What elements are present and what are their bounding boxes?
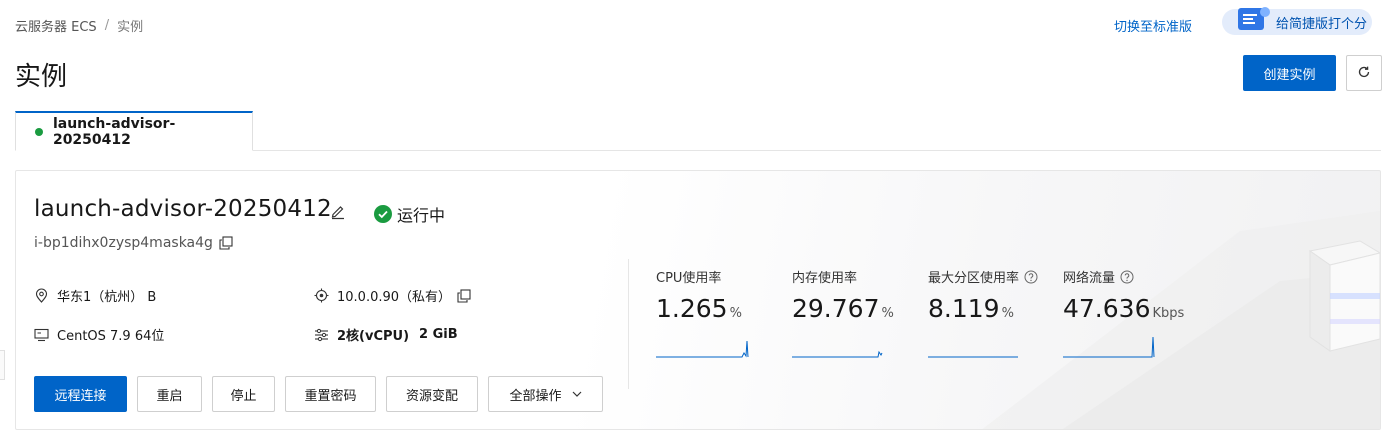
cpu-spec: 2核(vCPU) xyxy=(337,329,410,344)
metric-unit: Kbps xyxy=(1152,306,1185,321)
side-panel-handle[interactable] xyxy=(0,350,5,380)
metric-label: 内存使用率 xyxy=(792,271,858,286)
instance-card: launch-advisor-20250412 运行中 i-bp1dihx0zy… xyxy=(15,170,1381,430)
metric-network: 网络流量 47.636 Kbps xyxy=(1063,267,1185,358)
metric-memory: 内存使用率 29.767% xyxy=(792,267,894,358)
remote-connect-button[interactable]: 远程连接 xyxy=(34,376,127,412)
resize-button[interactable]: 资源变配 xyxy=(386,376,478,412)
metric-value: 8.119 xyxy=(928,294,1000,323)
network-sparkline xyxy=(1063,336,1155,358)
chevron-down-icon xyxy=(572,391,582,397)
metric-value: 1.265 xyxy=(656,294,728,323)
breadcrumb-separator: / xyxy=(104,18,110,33)
metric-cpu: CPU使用率 1.265% xyxy=(656,267,749,358)
reset-password-button[interactable]: 重置密码 xyxy=(285,376,376,412)
edit-icon[interactable] xyxy=(329,202,347,220)
metric-unit: % xyxy=(729,306,742,321)
status-text: 运行中 xyxy=(397,206,446,225)
refresh-icon xyxy=(1357,64,1371,83)
network-target-icon xyxy=(314,288,329,303)
metric-label: 网络流量 xyxy=(1063,271,1116,286)
running-status-dot xyxy=(35,127,43,136)
tab-label: launch-advisor-20250412 xyxy=(52,115,176,148)
region-info: 华东1（杭州） B xyxy=(34,286,156,305)
status-badge: 运行中 xyxy=(374,202,445,226)
stop-button[interactable]: 停止 xyxy=(212,376,275,412)
spec-info: 2核(vCPU) 2 GiB xyxy=(314,325,458,344)
reboot-button[interactable]: 重启 xyxy=(137,376,202,412)
breadcrumb-root[interactable]: 云服务器 ECS xyxy=(15,16,97,35)
metric-max-partition: 最大分区使用率 8.119% xyxy=(928,267,1038,358)
instance-id: i-bp1dihx0zysp4maska4g xyxy=(34,235,213,251)
copy-icon[interactable] xyxy=(219,236,233,250)
metric-label: CPU使用率 xyxy=(656,271,722,286)
feedback-button[interactable]: 给简捷版打个分 xyxy=(1222,7,1372,35)
feedback-label: 给简捷版打个分 xyxy=(1276,16,1368,32)
ip-info: 10.0.0.90（私有） xyxy=(314,286,471,305)
os-info: CentOS 7.9 64位 xyxy=(34,325,164,344)
all-operations-dropdown[interactable]: 全部操作 xyxy=(488,376,603,412)
metric-label: 最大分区使用率 xyxy=(928,271,1020,286)
check-circle-icon xyxy=(374,205,392,223)
ip-text: 10.0.0.90（私有） xyxy=(337,290,452,305)
cpu-sparkline xyxy=(656,340,749,358)
monitor-icon xyxy=(34,327,49,342)
feedback-icon xyxy=(1236,4,1270,34)
metric-value: 47.636 xyxy=(1063,294,1151,323)
help-icon[interactable] xyxy=(1120,270,1134,284)
switch-to-standard-link[interactable]: 切换至标准版 xyxy=(1114,16,1192,35)
instance-name: launch-advisor-20250412 xyxy=(34,196,332,222)
memory-spec: 2 GiB xyxy=(419,327,458,342)
region-text: 华东1（杭州） B xyxy=(57,290,157,305)
refresh-button[interactable] xyxy=(1346,55,1382,91)
metric-unit: % xyxy=(881,306,894,321)
help-icon[interactable] xyxy=(1024,270,1038,284)
sliders-icon xyxy=(314,327,329,342)
all-operations-label: 全部操作 xyxy=(509,388,562,404)
os-text: CentOS 7.9 64位 xyxy=(57,329,165,344)
copy-ip-icon[interactable] xyxy=(457,288,471,303)
location-pin-icon xyxy=(34,288,49,303)
metric-value: 29.767 xyxy=(792,294,880,323)
ecs-instance-page: 云服务器 ECS / 实例 切换至标准版 给简捷版打个分 实例 创建实例 lau… xyxy=(0,0,1400,441)
action-bar: 远程连接 重启 停止 重置密码 资源变配 全部操作 xyxy=(34,376,603,412)
metric-unit: % xyxy=(1001,306,1014,321)
breadcrumb-current: 实例 xyxy=(117,20,144,35)
memory-sparkline xyxy=(792,350,883,358)
page-title: 实例 xyxy=(15,62,68,92)
tab-instance[interactable]: launch-advisor-20250412 xyxy=(15,111,253,151)
instance-id-row: i-bp1dihx0zysp4maska4g xyxy=(34,235,233,251)
breadcrumb: 云服务器 ECS / 实例 xyxy=(15,16,143,35)
metrics-divider xyxy=(628,259,629,389)
create-instance-button[interactable]: 创建实例 xyxy=(1243,55,1336,91)
partition-sparkline xyxy=(928,356,1018,358)
